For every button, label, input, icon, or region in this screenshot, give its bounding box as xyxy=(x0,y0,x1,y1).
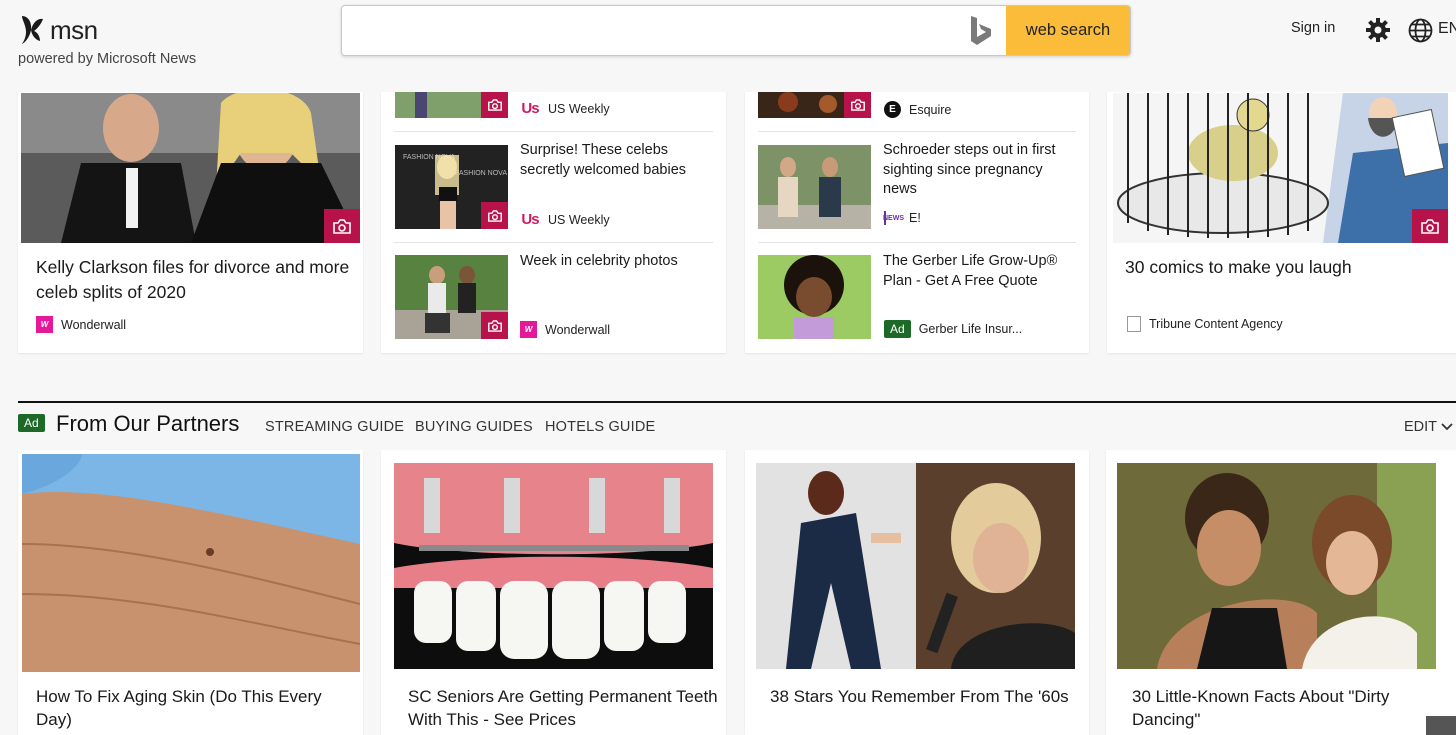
partner-title[interactable]: SC Seniors Are Getting Permanent Teeth W… xyxy=(408,685,718,731)
search-box: web search xyxy=(341,5,1131,56)
camera-icon xyxy=(487,319,502,332)
tribune-logo-icon xyxy=(1127,316,1141,332)
powered-by-text: powered by Microsoft News xyxy=(18,51,197,67)
camera-icon xyxy=(487,98,502,111)
edit-button[interactable]: EDIT xyxy=(1404,419,1437,435)
language-selector[interactable]: EN xyxy=(1438,20,1456,38)
source-name: Wonderwall xyxy=(545,322,611,337)
story-card-kelly-clarkson[interactable]: Kelly Clarkson files for divorce and mor… xyxy=(18,60,363,353)
story-title[interactable]: Week in celebrity photos xyxy=(520,252,715,272)
svg-text:FASHION NOVA: FASHION NOVA xyxy=(455,170,507,177)
divider xyxy=(394,131,713,132)
camera-icon xyxy=(1421,218,1439,234)
chevron-down-icon[interactable] xyxy=(1441,421,1453,433)
story-source: Us US Weekly xyxy=(520,211,610,228)
gallery-badge xyxy=(481,312,508,339)
story-title[interactable]: 30 comics to make you laugh xyxy=(1125,255,1445,280)
ad-image[interactable] xyxy=(758,255,871,339)
source-name: US Weekly xyxy=(548,212,610,227)
ad-badge: Ad xyxy=(884,320,911,338)
tab-hotels-guide[interactable]: HOTELS GUIDE xyxy=(545,419,655,435)
partner-title[interactable]: How To Fix Aging Skin (Do This Every Day… xyxy=(36,685,346,731)
story-title[interactable]: Kelly Clarkson files for divorce and mor… xyxy=(36,255,351,305)
source-name: US Weekly xyxy=(548,101,610,116)
web-search-button[interactable]: web search xyxy=(1006,6,1130,55)
partner-title[interactable]: 30 Little-Known Facts About "Dirty Danci… xyxy=(1132,685,1432,731)
search-input[interactable] xyxy=(342,6,962,55)
sign-in-link[interactable]: Sign in xyxy=(1291,20,1335,36)
story-image[interactable] xyxy=(21,93,360,243)
globe-icon[interactable] xyxy=(1408,18,1433,43)
source-name: Tribune Content Agency xyxy=(1149,317,1283,331)
partner-card[interactable]: 30 Little-Known Facts About "Dirty Danci… xyxy=(1106,450,1456,735)
story-source: NEWS E! xyxy=(883,211,921,225)
header: msn powered by Microsoft News web search… xyxy=(0,0,1456,92)
source-name: Gerber Life Insur... xyxy=(918,322,1023,336)
story-source: Us US Weekly xyxy=(520,100,610,117)
partner-card[interactable]: How To Fix Aging Skin (Do This Every Day… xyxy=(18,450,363,735)
camera-icon xyxy=(850,98,865,111)
msn-logo[interactable]: msn xyxy=(18,14,98,46)
ad-badge: Ad xyxy=(18,414,45,432)
feedback-tab[interactable] xyxy=(1426,716,1456,735)
partner-image[interactable] xyxy=(394,463,713,669)
story-source: E Esquire xyxy=(884,101,951,118)
gallery-badge xyxy=(844,91,871,118)
esquire-logo-icon: E xyxy=(884,101,901,118)
story-image[interactable] xyxy=(758,145,871,229)
partner-title[interactable]: 38 Stars You Remember From The '60s xyxy=(770,685,1070,708)
us-weekly-logo-icon: Us xyxy=(521,100,539,117)
source-name: Esquire xyxy=(909,102,952,117)
story-title[interactable]: Surprise! These celebs secretly welcomed… xyxy=(520,141,715,180)
partner-card[interactable]: 38 Stars You Remember From The '60s xyxy=(745,450,1089,735)
e-news-logo-icon: NEWS xyxy=(883,211,904,225)
divider xyxy=(758,131,1076,132)
story-image[interactable] xyxy=(1113,93,1448,243)
partner-image[interactable] xyxy=(1117,463,1436,669)
section-title: From Our Partners xyxy=(56,411,240,436)
story-source: W Wonderwall xyxy=(36,316,126,333)
tab-streaming-guide[interactable]: STREAMING GUIDE xyxy=(265,419,404,435)
story-title[interactable]: Schroeder steps out in first sighting si… xyxy=(883,141,1078,200)
story-source: Tribune Content Agency xyxy=(1127,316,1283,332)
partner-image[interactable] xyxy=(756,463,1075,669)
divider xyxy=(758,242,1076,243)
us-weekly-logo-icon: Us xyxy=(521,211,539,228)
story-source: W Wonderwall xyxy=(520,321,610,338)
source-name: Wonderwall xyxy=(61,317,127,332)
story-list-card-news: E Esquire Schroeder steps out in first s… xyxy=(745,60,1089,353)
ad-title[interactable]: The Gerber Life Grow-Up® Plan - Get A Fr… xyxy=(883,252,1078,291)
tab-buying-guides[interactable]: BUYING GUIDES xyxy=(415,419,533,435)
gear-icon[interactable] xyxy=(1365,17,1391,43)
bing-icon[interactable] xyxy=(967,15,995,47)
camera-icon xyxy=(487,209,502,222)
gallery-badge xyxy=(481,202,508,229)
source-name: E! xyxy=(909,211,921,225)
story-card-comics[interactable]: 30 comics to make you laugh Tribune Cont… xyxy=(1107,60,1456,353)
partner-image[interactable] xyxy=(22,454,360,672)
wonderwall-logo-icon: W xyxy=(520,321,537,338)
wonderwall-logo-icon: W xyxy=(36,316,53,333)
gallery-badge xyxy=(1412,209,1448,243)
section-divider xyxy=(18,401,1456,403)
story-image[interactable]: FASHION NOVA FASHION NOVA xyxy=(395,145,508,229)
partner-card[interactable]: SC Seniors Are Getting Permanent Teeth W… xyxy=(381,450,726,735)
divider xyxy=(394,242,713,243)
camera-icon xyxy=(333,218,351,234)
story-image[interactable] xyxy=(395,255,508,339)
msn-butterfly-icon xyxy=(22,16,43,44)
gallery-badge xyxy=(324,209,360,243)
gallery-badge xyxy=(481,91,508,118)
story-list-card-celebs: Us US Weekly FASHION NOVA FASHION NOVA Su… xyxy=(381,60,726,353)
ad-source: Ad Gerber Life Insur... xyxy=(884,320,1022,338)
logo-text: msn xyxy=(50,14,98,45)
